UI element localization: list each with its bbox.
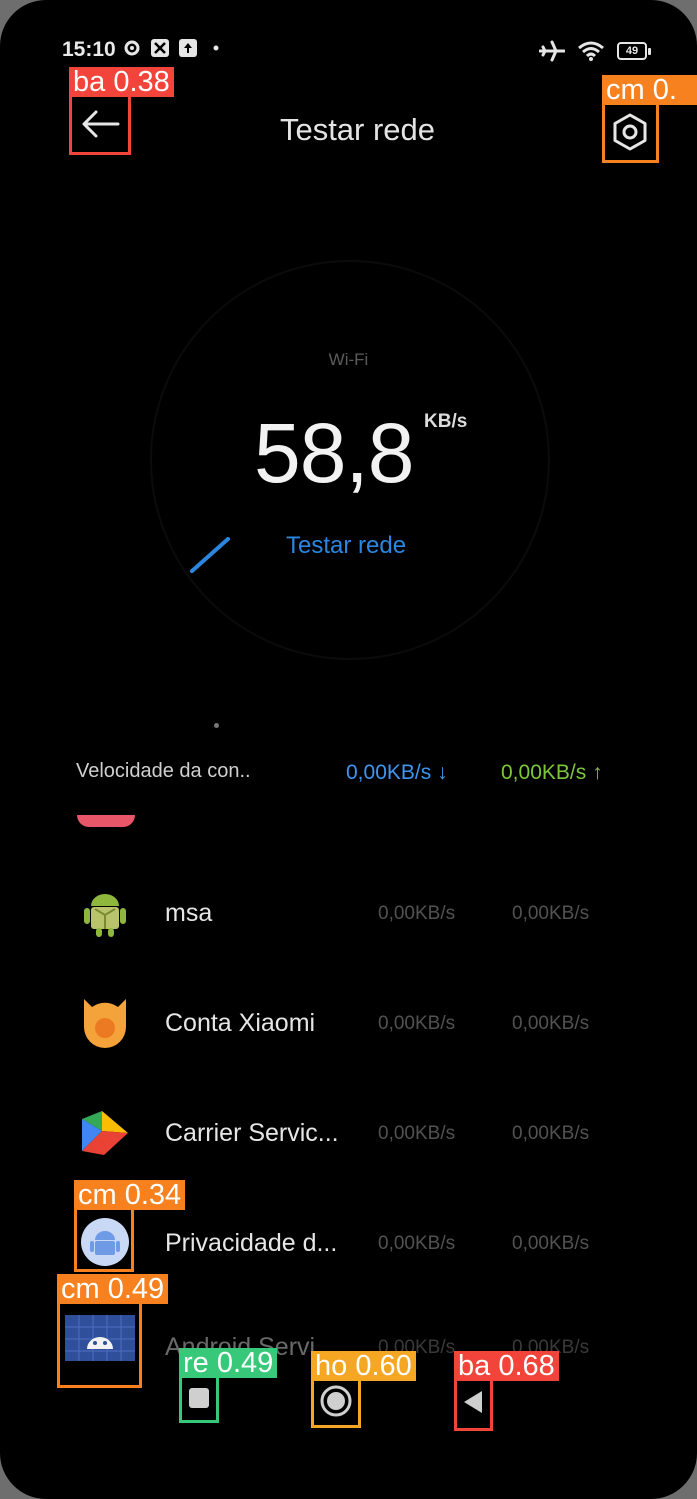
app-name: Privacidade d... xyxy=(165,1229,338,1257)
battery-level: 49 xyxy=(625,45,639,57)
detection-box-android-services xyxy=(57,1300,142,1388)
test-network-button[interactable]: Testar rede xyxy=(286,532,406,560)
detection-box-settings xyxy=(602,101,659,163)
network-type-label: Wi-Fi xyxy=(328,350,369,369)
settings-gear-status-icon xyxy=(124,40,140,56)
detection-box-back xyxy=(69,93,131,155)
detection-label: cm 0.34 xyxy=(74,1180,186,1210)
detection-box-recents xyxy=(179,1374,219,1423)
app-upload-speed: 0,00KB/s xyxy=(512,1013,590,1034)
total-upload-value: 0,00KB/s xyxy=(501,761,587,784)
app-name: msa xyxy=(165,899,213,927)
app-download-speed: 0,00KB/s xyxy=(378,1013,456,1034)
connection-speed-label: Velocidade da con.. xyxy=(76,760,251,782)
upload-notification-icon xyxy=(179,39,197,57)
detection-box-privacy-app xyxy=(74,1206,134,1272)
gauge-dot xyxy=(214,723,219,728)
battery-icon: 49 xyxy=(617,42,651,60)
app-download-speed: 0,00KB/s xyxy=(378,1123,456,1144)
app-name: Carrier Servic... xyxy=(165,1119,339,1147)
app-row-conta-xiaomi[interactable]: Conta Xiaomi 0,00KB/s 0,00KB/s xyxy=(0,985,697,1075)
total-upload-speed: 0,00KB/s ↑ xyxy=(501,761,603,785)
dot-icon xyxy=(213,45,219,51)
app-upload-speed: 0,00KB/s xyxy=(512,1123,590,1144)
android-robot-icon xyxy=(84,894,126,937)
detection-box-home xyxy=(311,1377,361,1428)
app-name: Conta Xiaomi xyxy=(165,1009,316,1037)
detection-box-back-nav xyxy=(454,1377,493,1431)
detection-label: cm 0.49 xyxy=(57,1274,169,1304)
app-upload-speed: 0,00KB/s xyxy=(512,1233,590,1254)
xiaomi-account-icon xyxy=(84,999,126,1048)
app-upload-speed: 0,00KB/s xyxy=(512,903,590,924)
detection-label: re 0.49 xyxy=(179,1348,278,1378)
detection-label: ba 0.68 xyxy=(454,1351,559,1381)
app-download-speed: 0,00KB/s xyxy=(378,1233,456,1254)
speed-value: 58,8 xyxy=(254,406,414,500)
detection-label: ba 0.38 xyxy=(69,67,174,97)
app-notification-icon xyxy=(151,39,169,57)
download-arrow-icon: ↓ xyxy=(431,761,448,784)
detection-label: cm 0. xyxy=(602,75,697,105)
list-scroll-indicator xyxy=(77,815,135,827)
status-notification-icons xyxy=(122,38,226,58)
detection-label: ho 0.60 xyxy=(311,1351,416,1381)
app-download-speed: 0,00KB/s xyxy=(378,903,456,924)
app-row-carrier-services[interactable]: Carrier Servic... 0,00KB/s 0,00KB/s xyxy=(0,1095,697,1185)
upload-arrow-icon: ↑ xyxy=(586,761,603,784)
total-download-speed: 0,00KB/s ↓ xyxy=(346,761,448,785)
airplane-mode-icon xyxy=(539,40,565,62)
status-time: 15:10 xyxy=(62,38,116,61)
total-download-value: 0,00KB/s xyxy=(346,761,432,784)
app-row-msa[interactable]: msa 0,00KB/s 0,00KB/s xyxy=(0,875,697,965)
status-system-icons: 49 xyxy=(539,40,651,62)
status-bar: 15:10 49 xyxy=(62,36,651,68)
wifi-icon xyxy=(578,41,604,61)
speed-unit: KB/s xyxy=(424,411,468,432)
play-services-icon xyxy=(82,1111,128,1155)
gauge-needle xyxy=(190,537,230,573)
